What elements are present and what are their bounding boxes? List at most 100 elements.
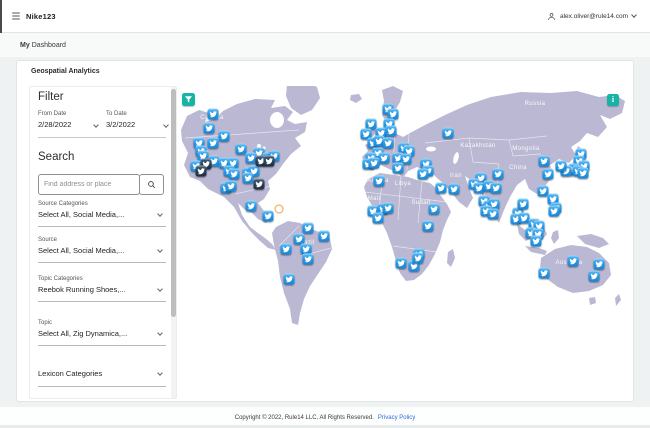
- from-date-select[interactable]: From Date 2/28/2022: [38, 111, 104, 129]
- map-marker[interactable]: [538, 155, 550, 167]
- twitter-icon: [590, 272, 598, 280]
- lexicon-categories-value: Lexicon Categories: [38, 369, 103, 378]
- map-marker[interactable]: [392, 162, 404, 174]
- map-marker[interactable]: [245, 200, 257, 212]
- map-marker[interactable]: [492, 168, 504, 180]
- map-marker[interactable]: [538, 267, 550, 279]
- map-marker[interactable]: [588, 270, 600, 282]
- search-input[interactable]: [38, 174, 140, 195]
- source-categories-select[interactable]: Source Categories Select All, Social Med…: [38, 201, 166, 227]
- menu-icon[interactable]: [12, 12, 20, 20]
- twitter-icon: [389, 110, 397, 118]
- map-marker[interactable]: [487, 208, 499, 220]
- map-marker[interactable]: [253, 178, 265, 190]
- twitter-icon: [419, 170, 427, 178]
- map-marker[interactable]: [428, 203, 440, 215]
- topic-select[interactable]: Topic Select All, Zig Dynamica,...: [38, 320, 166, 346]
- map-marker[interactable]: [207, 108, 219, 120]
- map-marker[interactable]: [302, 222, 314, 234]
- world-map: [181, 86, 625, 325]
- map[interactable]: CanadaRussiaKazakhstanMongoliaChinaIranA…: [179, 86, 626, 399]
- map-marker[interactable]: [417, 168, 429, 180]
- privacy-policy-link[interactable]: Privacy Policy: [378, 415, 415, 421]
- map-marker[interactable]: [225, 180, 237, 192]
- twitter-icon: [424, 222, 432, 230]
- twitter-icon: [402, 155, 410, 163]
- map-marker[interactable]: [577, 167, 589, 179]
- twitter-icon: [539, 187, 547, 195]
- topic-categories-value: Reebok Running Shoes,...: [38, 284, 126, 294]
- map-marker[interactable]: [378, 152, 390, 164]
- source-label: Source: [38, 237, 58, 243]
- source-categories-value: Select All, Social Media,...: [38, 209, 125, 219]
- user-menu[interactable]: alex.oliver@rule14.com: [547, 12, 637, 21]
- twitter-icon: [550, 207, 558, 215]
- map-marker[interactable]: [318, 230, 330, 242]
- breadcrumb-dashboard: Dashboard: [31, 41, 66, 49]
- map-marker[interactable]: [567, 255, 579, 267]
- map-marker[interactable]: [548, 205, 560, 217]
- to-date-select[interactable]: To Date 3/2/2022: [106, 111, 169, 129]
- geospatial-analytics-card: Geospatial Analytics Filter From Date 2/…: [16, 60, 634, 402]
- map-marker[interactable]: [203, 122, 215, 134]
- breadcrumb: My Dashboard: [20, 42, 66, 49]
- map-marker[interactable]: [207, 137, 219, 149]
- map-marker[interactable]: [263, 155, 275, 167]
- map-marker[interactable]: [283, 273, 295, 285]
- map-info-button[interactable]: i: [607, 94, 619, 106]
- brand-name[interactable]: Nike123: [26, 12, 56, 21]
- map-marker[interactable]: [385, 125, 397, 137]
- twitter-icon: [397, 259, 405, 267]
- twitter-icon: [544, 170, 552, 178]
- twitter-icon: [557, 162, 565, 170]
- divider: [38, 262, 166, 263]
- twitter-icon: [237, 145, 245, 153]
- map-marker[interactable]: [517, 198, 529, 210]
- map-marker[interactable]: [435, 182, 447, 194]
- scrollbar-thumb[interactable]: [171, 89, 176, 317]
- map-marker[interactable]: [555, 160, 567, 172]
- twitter-icon: [489, 210, 497, 218]
- search-button[interactable]: [139, 174, 164, 195]
- source-select[interactable]: Source Select All, Social Media,...: [38, 237, 166, 263]
- map-marker[interactable]: [448, 183, 460, 195]
- map-marker[interactable]: [372, 212, 384, 224]
- user-email: alex.oliver@rule14.com: [559, 12, 628, 20]
- navbar-accent: [0, 0, 2, 33]
- map-marker[interactable]: [242, 172, 254, 184]
- topic-label: Topic: [38, 320, 53, 326]
- twitter-icon: [302, 245, 310, 253]
- map-marker[interactable]: [422, 220, 434, 232]
- twitter-icon: [540, 269, 548, 277]
- map-marker[interactable]: [195, 165, 207, 177]
- user-icon: [548, 12, 555, 20]
- filter-panel-scrollbar[interactable]: [171, 87, 176, 398]
- twitter-icon: [375, 177, 383, 185]
- map-marker[interactable]: [228, 168, 240, 180]
- map-marker[interactable]: [530, 235, 542, 247]
- map-marker[interactable]: [412, 252, 424, 264]
- map-marker[interactable]: [382, 202, 394, 214]
- map-marker[interactable]: [302, 253, 314, 265]
- map-marker[interactable]: [280, 243, 292, 255]
- map-marker[interactable]: [262, 210, 274, 222]
- page-title: Geospatial Analytics: [31, 68, 100, 75]
- map-marker[interactable]: [368, 157, 380, 169]
- map-marker[interactable]: [442, 127, 454, 139]
- map-marker[interactable]: [542, 168, 554, 180]
- map-marker[interactable]: [382, 137, 394, 149]
- map-filter-button[interactable]: [182, 93, 195, 106]
- funnel-icon: [184, 96, 193, 103]
- twitter-icon: [387, 127, 395, 135]
- source-value: Select All, Social Media,...: [38, 245, 125, 255]
- topic-categories-select[interactable]: Topic Categories Reebok Running Shoes,..…: [38, 276, 166, 302]
- lexicon-categories-select[interactable]: Lexicon Categories: [38, 369, 166, 387]
- map-marker[interactable]: [593, 258, 605, 270]
- map-marker[interactable]: [218, 130, 230, 142]
- map-marker[interactable]: [373, 175, 385, 187]
- map-marker[interactable]: [395, 257, 407, 269]
- filter-heading: Filter: [38, 91, 64, 103]
- topic-value: Select All, Zig Dynamica,...: [38, 328, 128, 338]
- map-marker[interactable]: [490, 182, 502, 194]
- twitter-icon: [450, 185, 458, 193]
